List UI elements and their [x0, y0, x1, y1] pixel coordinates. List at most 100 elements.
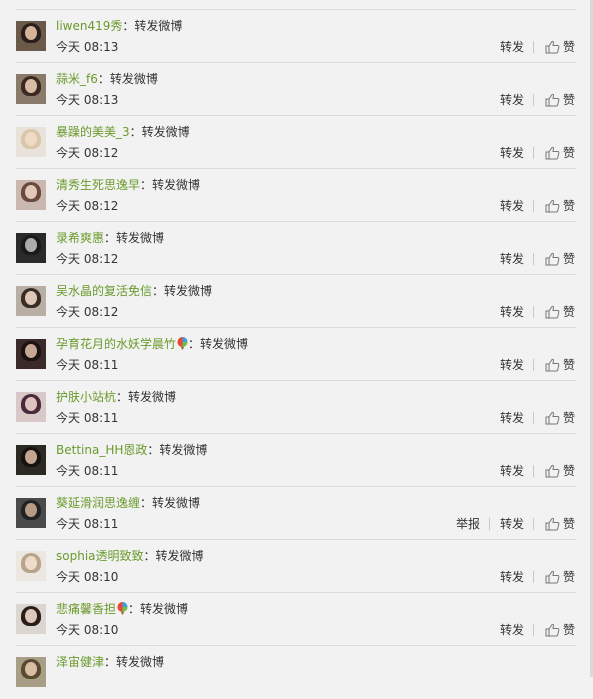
- timestamp: 今天 08:12: [56, 305, 119, 319]
- balloon-badge-icon: [177, 337, 188, 350]
- like-label: 赞: [563, 464, 576, 478]
- divider: [533, 465, 534, 477]
- thumbs-up-icon: [545, 464, 560, 478]
- repost-line: 蒜米_f6：转发微博: [56, 72, 158, 86]
- username-link[interactable]: 葵延滑润思逸缠: [56, 496, 140, 510]
- username-link[interactable]: sophia透明致致: [56, 549, 144, 563]
- like-label: 赞: [563, 40, 576, 54]
- divider: [533, 41, 534, 53]
- like-label: 赞: [563, 517, 576, 531]
- avatar[interactable]: [16, 392, 46, 422]
- avatar[interactable]: [16, 498, 46, 528]
- forward-link[interactable]: 转发: [500, 146, 524, 160]
- divider: [533, 624, 534, 636]
- avatar[interactable]: [16, 233, 46, 263]
- list-item: liwen419秀：转发微博 今天 08:13 转发 赞: [0, 10, 593, 63]
- colon: ：: [128, 602, 141, 616]
- username-link[interactable]: 孕育花月的水妖学晨竹: [56, 337, 176, 351]
- forward-link[interactable]: 转发: [500, 517, 524, 531]
- colon: ：: [104, 655, 117, 669]
- thumbs-up-icon: [545, 358, 560, 372]
- balloon-badge-icon: [117, 602, 128, 615]
- repost-line: 吴水晶的复活免信：转发微博: [56, 284, 212, 298]
- repost-text: 转发微博: [159, 443, 208, 457]
- list-item: 蒜米_f6：转发微博 今天 08:13 转发 赞: [0, 63, 593, 116]
- avatar[interactable]: [16, 604, 46, 634]
- timestamp: 今天 08:12: [56, 146, 119, 160]
- thumbs-up-icon: [545, 146, 560, 160]
- divider: [533, 571, 534, 583]
- list-item: 泽宙健津：转发微博: [0, 646, 593, 699]
- list-item: 清秀生死思逸早：转发微博 今天 08:12 转发 赞: [0, 169, 593, 222]
- report-link[interactable]: 举报: [456, 517, 480, 531]
- username-link[interactable]: 悲痛馨香担: [56, 602, 116, 616]
- avatar[interactable]: [16, 74, 46, 104]
- list-item: 吴水晶的复活免信：转发微博 今天 08:12 转发 赞: [0, 275, 593, 328]
- avatar[interactable]: [16, 657, 46, 687]
- like-label: 赞: [563, 305, 576, 319]
- repost-line: 孕育花月的水妖学晨竹 ：转发微博: [56, 337, 248, 351]
- username-link[interactable]: Bettina_HH恩政: [56, 443, 147, 457]
- list-item: 葵延滑润思逸缠：转发微博 今天 08:11 举报 转发 赞: [0, 487, 593, 540]
- username-link[interactable]: 清秀生死思逸早: [56, 178, 140, 192]
- colon: ：: [140, 496, 153, 510]
- timestamp: 今天 08:10: [56, 623, 119, 637]
- colon: ：: [97, 72, 110, 86]
- avatar[interactable]: [16, 180, 46, 210]
- timestamp: 今天 08:12: [56, 252, 119, 266]
- forward-link[interactable]: 转发: [500, 358, 524, 372]
- repost-text: 转发微博: [140, 602, 189, 616]
- username-link[interactable]: 护肤小站杭: [56, 390, 116, 404]
- colon: ：: [152, 284, 165, 298]
- list-item: 悲痛馨香担 ：转发微博今天 08:10 转发 赞: [0, 593, 593, 646]
- thumbs-up-icon: [545, 252, 560, 266]
- forward-link[interactable]: 转发: [500, 199, 524, 213]
- username-link[interactable]: 蒜米_f6: [56, 72, 98, 86]
- timestamp: 今天 08:13: [56, 93, 119, 107]
- thumbs-up-icon: [545, 40, 560, 54]
- avatar[interactable]: [16, 21, 46, 51]
- thumbs-up-icon: [545, 570, 560, 584]
- forward-link[interactable]: 转发: [500, 464, 524, 478]
- forward-link[interactable]: 转发: [500, 305, 524, 319]
- repost-line: liwen419秀：转发微博: [56, 19, 182, 33]
- timestamp: 今天 08:11: [56, 464, 119, 478]
- avatar[interactable]: [16, 127, 46, 157]
- avatar[interactable]: [16, 551, 46, 581]
- thumbs-up-icon: [545, 93, 560, 107]
- username-link[interactable]: 录希爽惠: [56, 231, 104, 245]
- repost-line: 悲痛馨香担 ：转发微博: [56, 602, 188, 616]
- avatar[interactable]: [16, 445, 46, 475]
- username-link[interactable]: 泽宙健津: [56, 655, 104, 669]
- repost-line: sophia透明致致：转发微博: [56, 549, 204, 563]
- repost-text: 转发微博: [128, 390, 177, 404]
- like-label: 赞: [563, 623, 576, 637]
- repost-text: 转发微博: [109, 72, 158, 86]
- timestamp: 今天 08:10: [56, 570, 119, 584]
- avatar[interactable]: [16, 339, 46, 369]
- list-item: Bettina_HH恩政：转发微博 今天 08:11 转发 赞: [0, 434, 593, 487]
- divider: [533, 518, 534, 530]
- like-label: 赞: [563, 411, 576, 425]
- forward-link[interactable]: 转发: [500, 570, 524, 584]
- list-item: 孕育花月的水妖学晨竹 ：转发微博 今天 08:11 转发 赞: [0, 328, 593, 381]
- username-link[interactable]: 暴躁的美美_3: [56, 125, 130, 139]
- forward-link[interactable]: 转发: [500, 411, 524, 425]
- forward-link[interactable]: 转发: [500, 93, 524, 107]
- divider: [533, 147, 534, 159]
- repost-text: 转发微博: [164, 284, 213, 298]
- username-link[interactable]: 吴水晶的复活免信: [56, 284, 152, 298]
- divider: [533, 412, 534, 424]
- forward-link[interactable]: 转发: [500, 252, 524, 266]
- list-item: sophia透明致致：转发微博 今天 08:10 转发 赞: [0, 540, 593, 593]
- like-label: 赞: [563, 570, 576, 584]
- avatar[interactable]: [16, 286, 46, 316]
- forward-link[interactable]: 转发: [500, 623, 524, 637]
- divider: [533, 253, 534, 265]
- repost-line: 录希爽惠：转发微博: [56, 231, 164, 245]
- like-label: 赞: [563, 199, 576, 213]
- forward-link[interactable]: 转发: [500, 40, 524, 54]
- repost-line: 护肤小站杭：转发微博: [56, 390, 176, 404]
- timestamp: 今天 08:11: [56, 517, 119, 531]
- username-link[interactable]: liwen419秀: [56, 19, 122, 33]
